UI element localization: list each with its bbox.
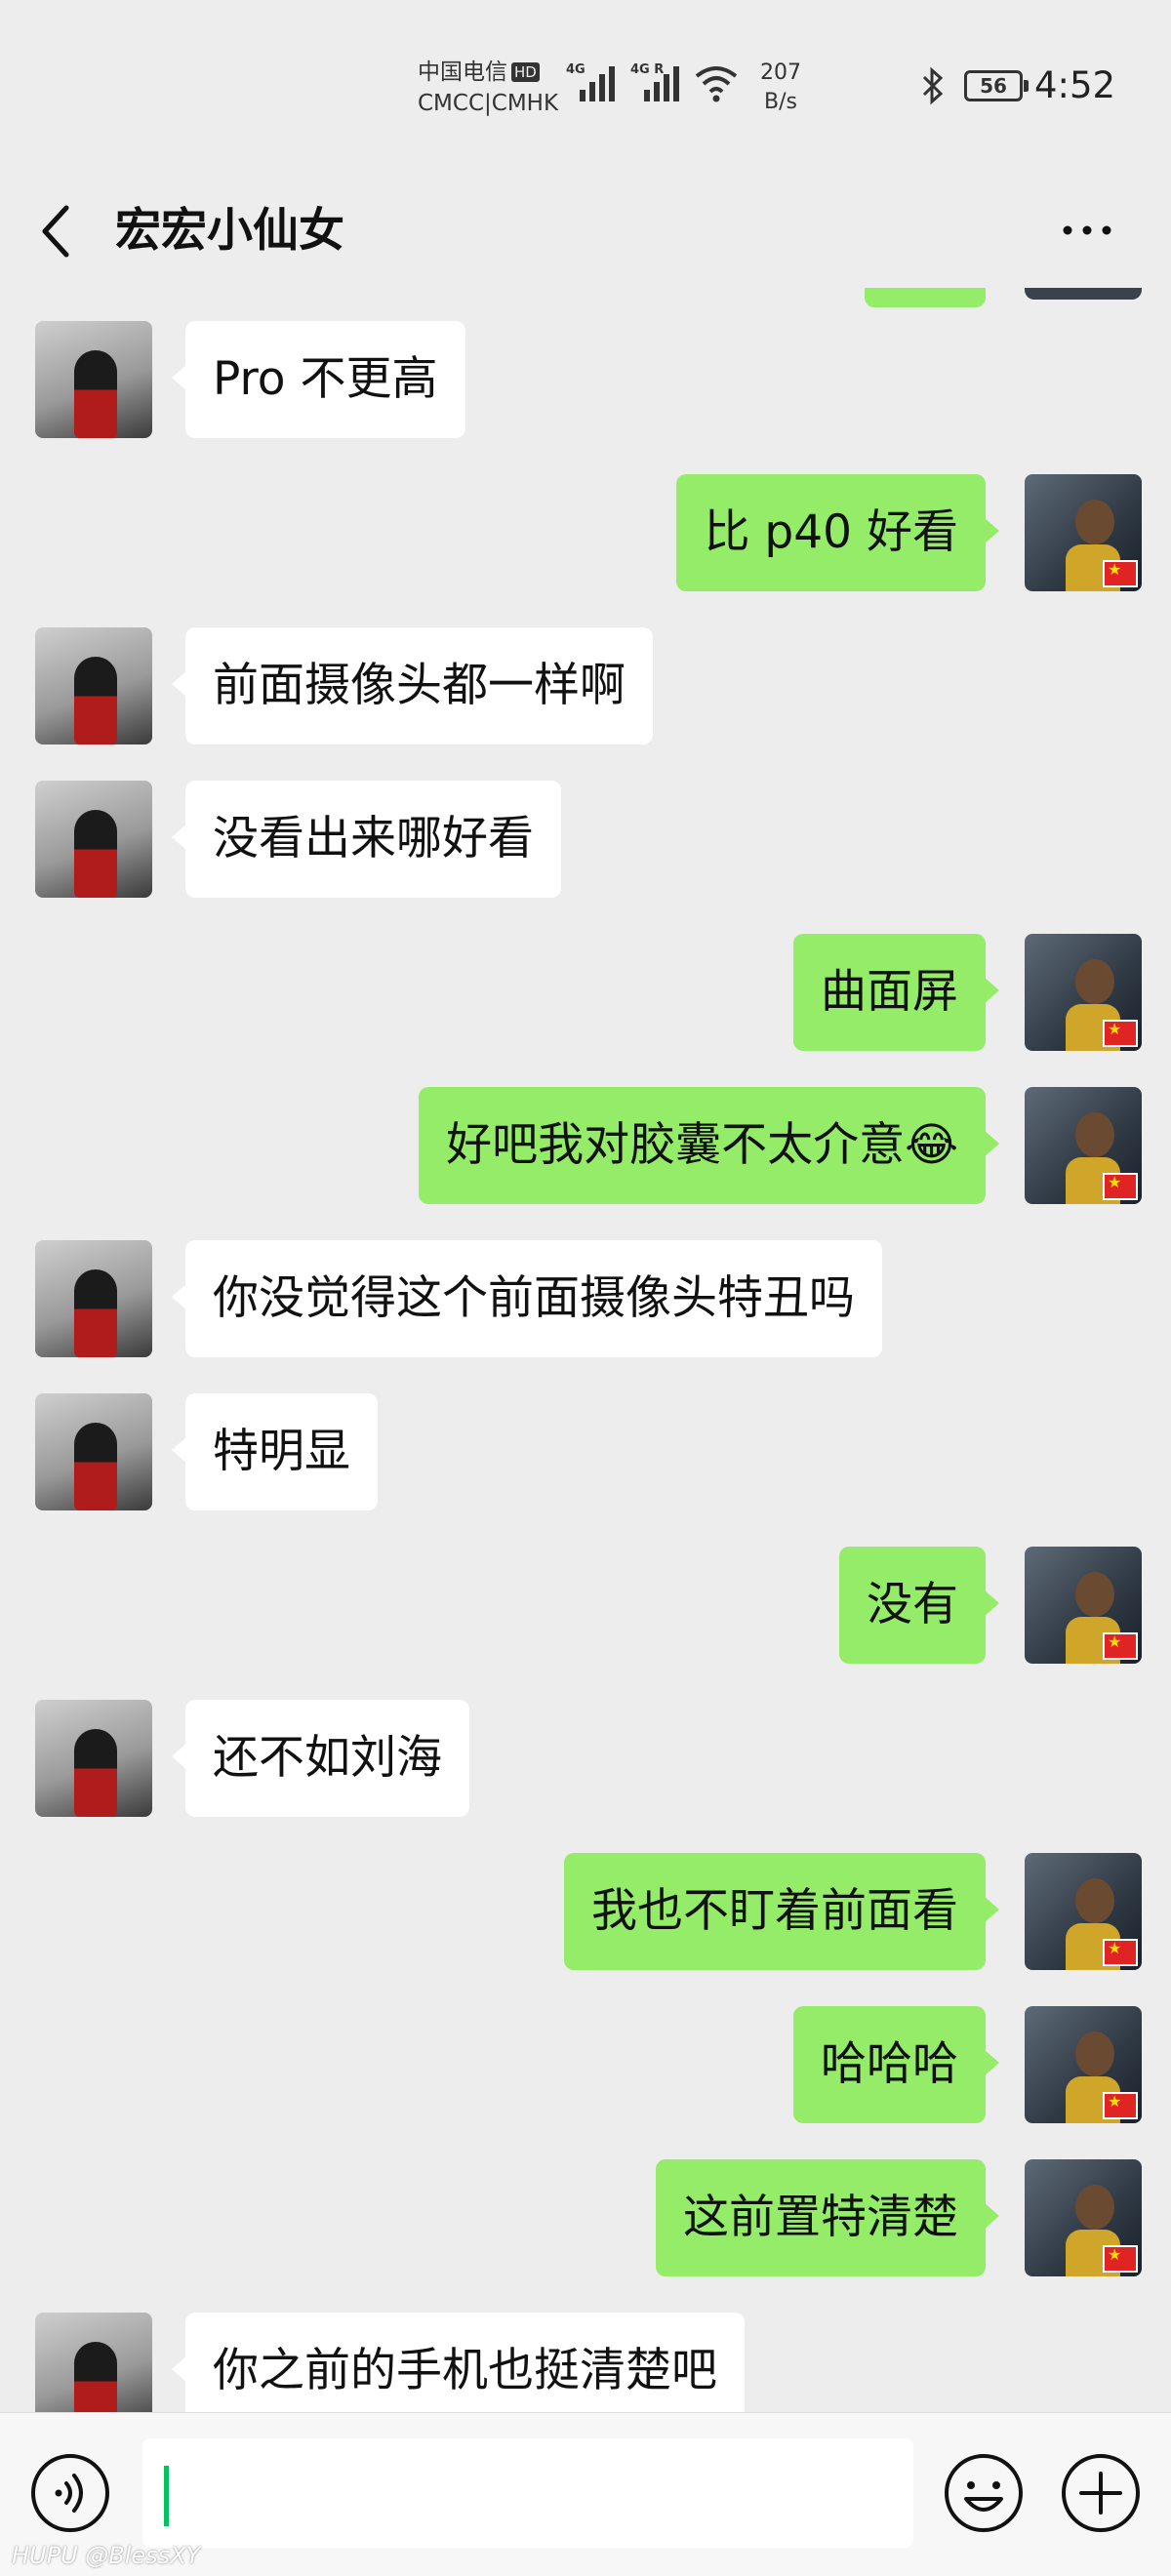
back-arrow-icon[interactable] <box>35 200 78 262</box>
message-row: 这前置特清楚 <box>0 2159 1171 2276</box>
wifi-icon <box>695 66 738 102</box>
signal-icon-2: 4G R <box>630 62 689 103</box>
incoming-message-bubble[interactable]: 没看出来哪好看 <box>172 781 561 898</box>
contact-avatar[interactable] <box>35 2313 152 2412</box>
my-avatar[interactable] <box>1025 474 1142 591</box>
previous-avatar-fragment <box>1025 288 1142 300</box>
signal-icon: 4G <box>566 62 625 103</box>
message-row: 比 p40 好看 <box>0 474 1171 591</box>
plus-icon[interactable] <box>1060 2452 1142 2534</box>
watermark: HUPU @BlessXY <box>12 2542 201 2569</box>
contact-avatar[interactable] <box>35 1240 152 1357</box>
contact-avatar[interactable] <box>35 1393 152 1510</box>
contact-avatar[interactable] <box>35 321 152 438</box>
carrier-name: 中国电信 <box>418 60 507 85</box>
outgoing-message-bubble[interactable]: 好吧我对胶囊不太介意😂 <box>419 1087 999 1204</box>
carrier-info: 中国电信 HD CMCC|CMHK <box>418 57 574 119</box>
incoming-message-bubble[interactable]: 你之前的手机也挺清楚吧 <box>172 2313 745 2412</box>
more-options-icon[interactable] <box>1058 206 1116 255</box>
status-time: 4:52 <box>1034 64 1116 106</box>
battery-icon: 56 <box>964 70 1029 101</box>
my-avatar[interactable] <box>1025 1547 1142 1664</box>
chat-header: 宏宏小仙女 <box>0 171 1171 288</box>
message-row: 没看出来哪好看 <box>0 781 1171 898</box>
bluetooth-icon <box>922 66 944 105</box>
incoming-message-bubble[interactable]: Pro 不更高 <box>172 321 465 438</box>
message-row: 还不如刘海 <box>0 1700 1171 1817</box>
voice-input-icon[interactable] <box>29 2452 111 2534</box>
message-row: 特明显 <box>0 1393 1171 1510</box>
emoji-icon[interactable] <box>943 2452 1025 2534</box>
network-speed-unit: B/s <box>764 90 797 114</box>
carrier-secondary: CMCC|CMHK <box>418 91 559 116</box>
signal-tag: 4G <box>566 62 586 77</box>
message-row: 前面摄像头都一样啊 <box>0 627 1171 745</box>
incoming-message-bubble[interactable]: 特明显 <box>172 1393 378 1510</box>
message-row: 我也不盯着前面看 <box>0 1853 1171 1970</box>
outgoing-message-bubble[interactable]: 比 p40 好看 <box>676 474 999 591</box>
my-avatar[interactable] <box>1025 934 1142 1051</box>
message-row: 你没觉得这个前面摄像头特丑吗 <box>0 1240 1171 1357</box>
outgoing-message-bubble[interactable]: 这前置特清楚 <box>656 2159 999 2276</box>
network-speed: 207 B/s <box>751 59 810 117</box>
hd-badge: HD <box>511 62 540 82</box>
message-row: 没有 <box>0 1547 1171 1664</box>
message-input[interactable] <box>142 2438 913 2548</box>
message-row: 你之前的手机也挺清楚吧 <box>0 2313 1171 2412</box>
outgoing-message-bubble[interactable]: 我也不盯着前面看 <box>564 1853 999 1970</box>
message-row: Pro 不更高 <box>0 321 1171 438</box>
incoming-message-bubble[interactable]: 还不如刘海 <box>172 1700 469 1817</box>
message-row: 哈哈哈 <box>0 2006 1171 2123</box>
outgoing-message-bubble[interactable]: 没有 <box>839 1547 999 1664</box>
contact-avatar[interactable] <box>35 1700 152 1817</box>
text-caret <box>164 2466 169 2526</box>
chat-title: 宏宏小仙女 <box>115 204 344 258</box>
network-speed-value: 207 <box>760 60 801 85</box>
message-row: 好吧我对胶囊不太介意😂 <box>0 1087 1171 1204</box>
incoming-message-bubble[interactable]: 前面摄像头都一样啊 <box>172 627 653 745</box>
message-list[interactable]: Pro 不更高 比 p40 好看 前面摄像头都一样啊 没看出来哪好看 曲面屏 好… <box>0 288 1171 2412</box>
outgoing-message-bubble[interactable]: 哈哈哈 <box>793 2006 999 2123</box>
my-avatar[interactable] <box>1025 2006 1142 2123</box>
previous-bubble-fragment <box>865 288 986 307</box>
my-avatar[interactable] <box>1025 1853 1142 1970</box>
contact-avatar[interactable] <box>35 781 152 898</box>
my-avatar[interactable] <box>1025 1087 1142 1204</box>
incoming-message-bubble[interactable]: 你没觉得这个前面摄像头特丑吗 <box>172 1240 882 1357</box>
contact-avatar[interactable] <box>35 627 152 745</box>
my-avatar[interactable] <box>1025 2159 1142 2276</box>
status-bar: 中国电信 HD CMCC|CMHK 4G 4G R 207 B/s 56 4:52 <box>0 0 1171 171</box>
outgoing-message-bubble[interactable]: 曲面屏 <box>793 934 999 1051</box>
message-row: 曲面屏 <box>0 934 1171 1051</box>
signal-tag-2: 4G R <box>630 62 665 77</box>
